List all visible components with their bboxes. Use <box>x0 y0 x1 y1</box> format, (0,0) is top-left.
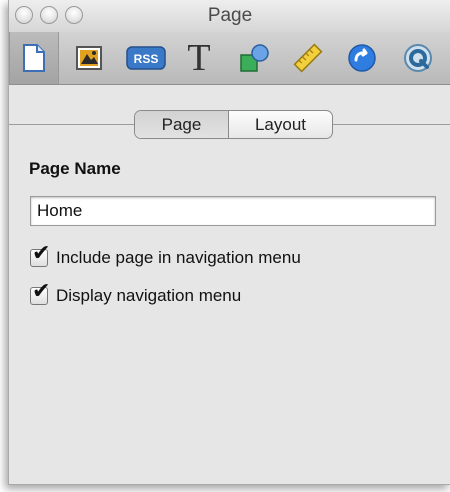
page-name-label: Page Name <box>29 159 121 178</box>
svg-text:RSS: RSS <box>134 52 159 66</box>
checkmark-icon: ✔ <box>32 240 51 265</box>
inspector-content: Page Layout Page Name ✔ Include page in … <box>9 85 450 484</box>
ruler-icon <box>293 43 323 73</box>
rss-icon: RSS <box>126 46 166 70</box>
title-bar[interactable]: Page <box>9 0 450 32</box>
checkmark-icon: ✔ <box>32 278 51 303</box>
display-nav-label[interactable]: Display navigation menu <box>56 286 241 306</box>
tool-text-button[interactable]: T <box>175 32 223 84</box>
photo-icon <box>76 46 102 70</box>
shapes-icon <box>240 44 269 72</box>
quicktime-icon <box>404 44 432 72</box>
tool-ruler-button[interactable] <box>285 32 331 84</box>
include-in-nav-checkbox[interactable]: ✔ <box>30 242 50 267</box>
tool-quicktime-button[interactable] <box>395 32 441 84</box>
tool-metrics-button[interactable] <box>67 32 111 84</box>
window-title: Page <box>207 5 253 26</box>
tab-page[interactable]: Page <box>135 111 229 138</box>
page-name-input[interactable] <box>30 196 436 226</box>
page-icon <box>23 44 45 72</box>
display-nav-row[interactable]: ✔ Display navigation menu <box>30 280 241 306</box>
tool-rss-button[interactable]: RSS <box>121 32 171 84</box>
page-layout-tabs: Page Layout <box>134 110 333 139</box>
link-arrow-icon <box>348 44 376 72</box>
tool-link-button[interactable] <box>339 32 385 84</box>
text-icon: T <box>187 37 211 79</box>
include-in-nav-label[interactable]: Include page in navigation menu <box>56 248 301 268</box>
tool-page-button[interactable] <box>9 32 59 84</box>
include-in-nav-row[interactable]: ✔ Include page in navigation menu <box>30 242 301 268</box>
tool-graphic-button[interactable] <box>231 32 277 84</box>
tab-layout[interactable]: Layout <box>229 111 332 138</box>
inspector-window: Page RSS T Page Layout Page Name Home ✔ … <box>8 0 450 485</box>
inspector-toolbar: RSS T <box>9 32 450 85</box>
display-nav-checkbox[interactable]: ✔ <box>30 280 50 305</box>
